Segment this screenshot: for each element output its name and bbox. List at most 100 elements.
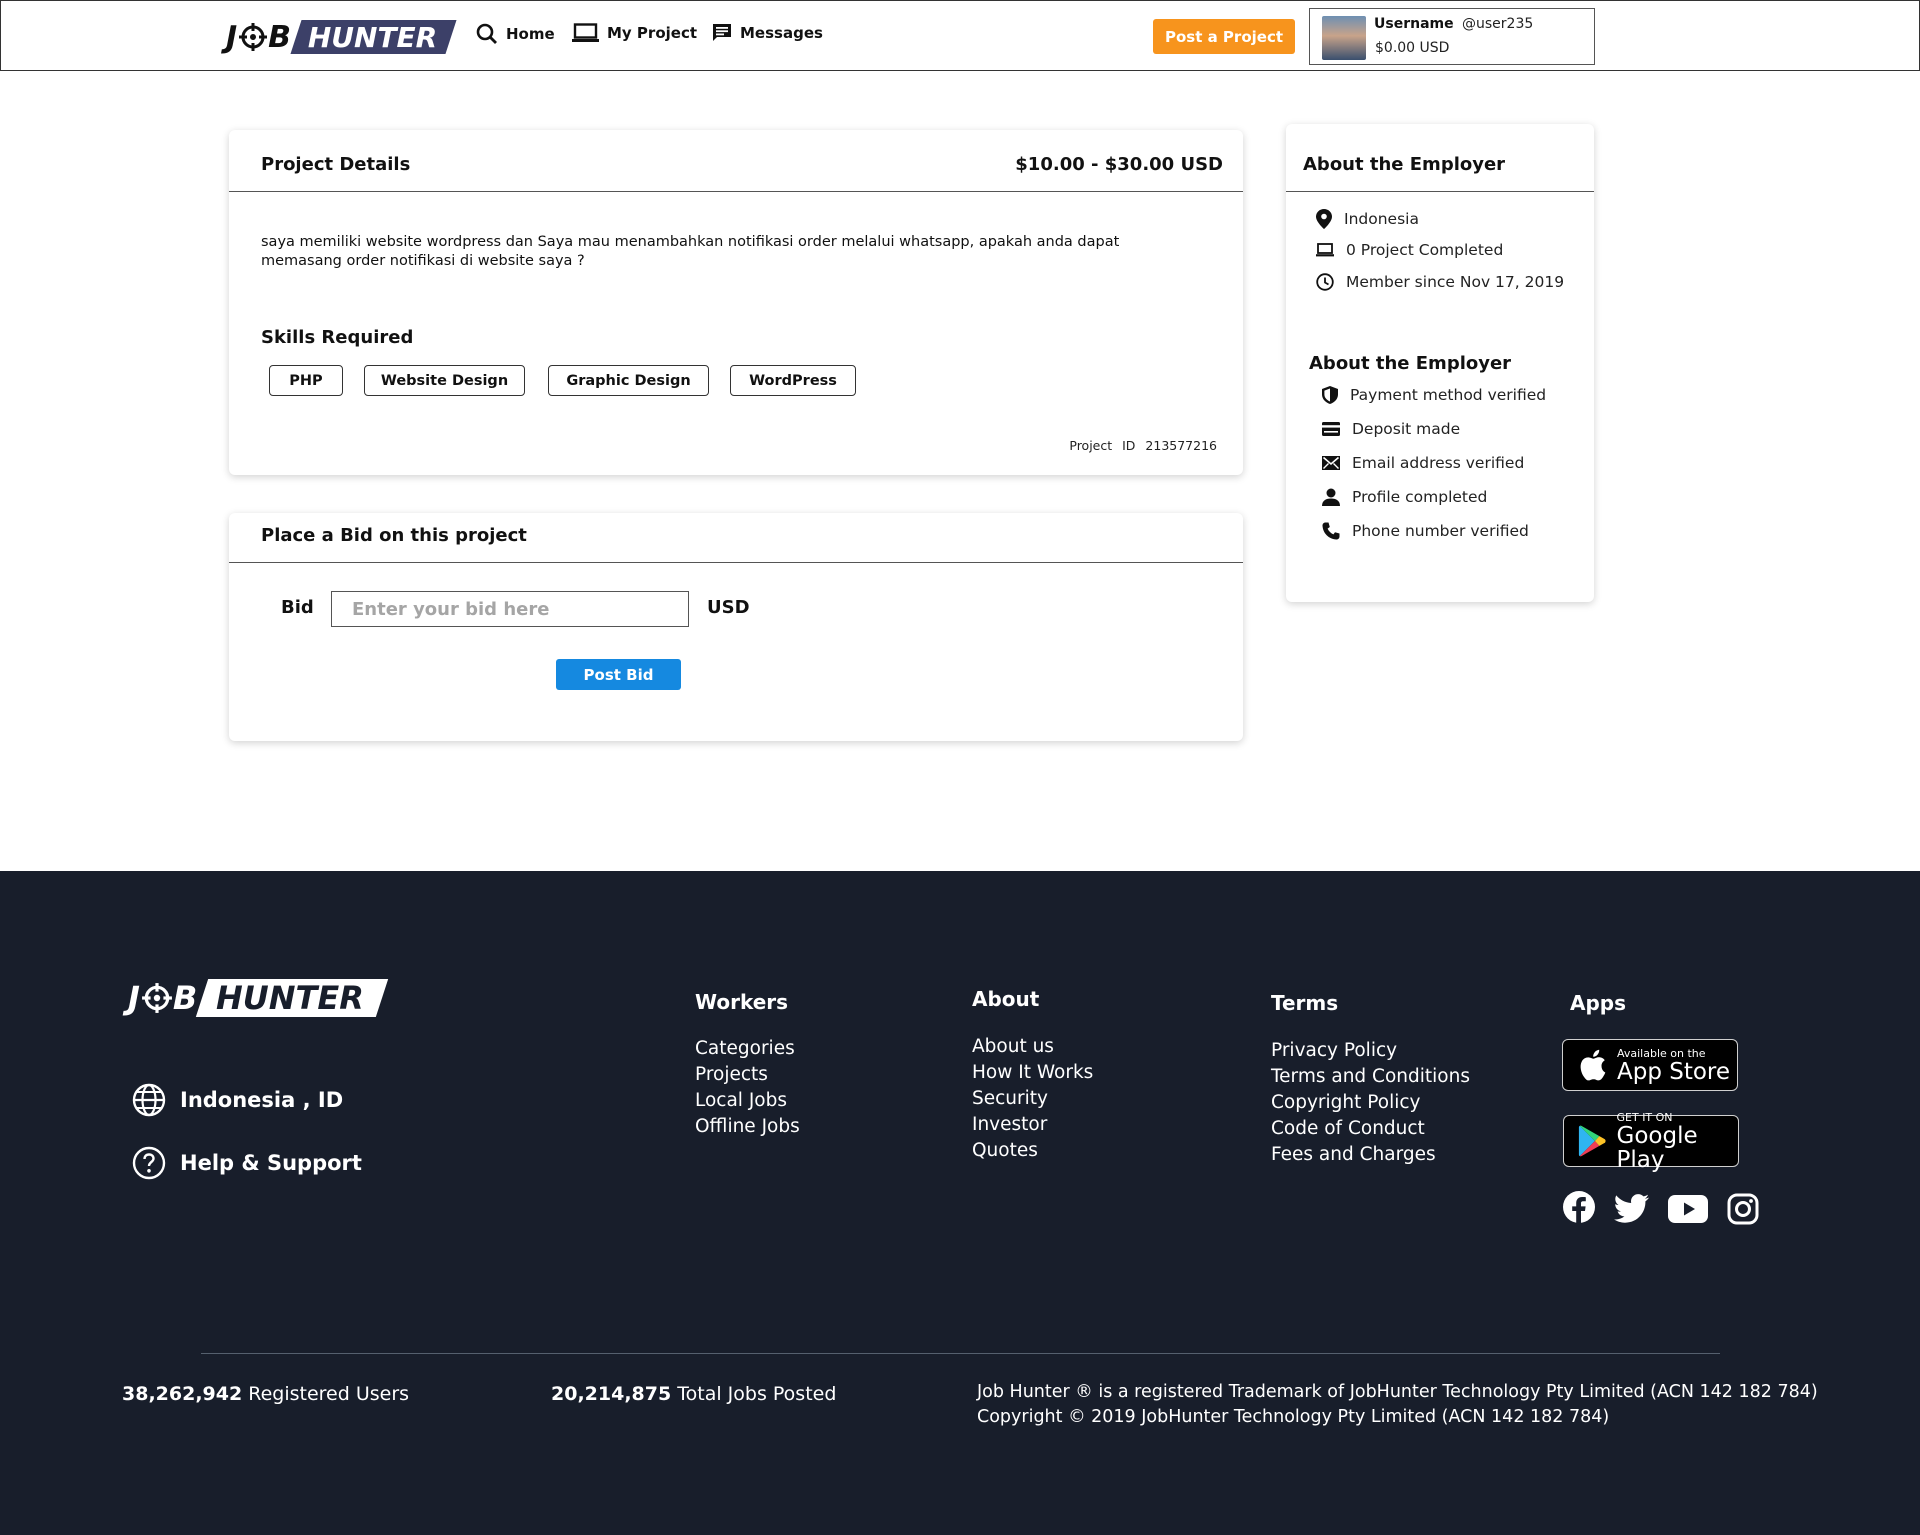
google-play-icon [1578, 1125, 1606, 1157]
footer-link-local-jobs[interactable]: Local Jobs [695, 1088, 800, 1114]
bid-label: Bid [281, 597, 314, 618]
project-id: Project ID 213577216 [1069, 438, 1217, 453]
project-description: saya memiliki website wordpress dan Saya… [261, 234, 1120, 269]
instagram-icon[interactable] [1727, 1193, 1759, 1229]
footer-link-security[interactable]: Security [972, 1086, 1093, 1112]
about-employer-header: About the Employer [1286, 124, 1594, 192]
help-support-link[interactable]: Help & Support [132, 1146, 362, 1180]
footer-link-code-of-conduct[interactable]: Code of Conduct [1271, 1116, 1470, 1142]
shield-icon [1322, 386, 1338, 404]
skills-required-title: Skills Required [261, 327, 414, 348]
skill-chip-graphic-design[interactable]: Graphic Design [548, 365, 709, 396]
footer-link-how-it-works[interactable]: How It Works [972, 1060, 1093, 1086]
person-icon [1322, 488, 1340, 506]
bid-amount-input[interactable] [331, 591, 689, 627]
verification-profile: Profile completed [1322, 488, 1487, 506]
job-hunter-logo[interactable]: J B HUNTER [226, 17, 457, 57]
footer-link-fees-charges[interactable]: Fees and Charges [1271, 1142, 1470, 1168]
footer-logo-job: J B [128, 979, 199, 1017]
help-icon [132, 1146, 166, 1180]
envelope-icon [1322, 456, 1340, 470]
about-employer-title: About the Employer [1303, 154, 1506, 175]
post-project-button[interactable]: Post a Project [1153, 19, 1295, 54]
skill-chip-php[interactable]: PHP [269, 365, 343, 396]
copyright-notice: Copyright © 2019 JobHunter Technology Pt… [977, 1407, 1610, 1427]
employer-member-since: Member since Nov 17, 2019 [1316, 273, 1564, 291]
footer-divider [201, 1353, 1720, 1354]
search-icon [476, 23, 497, 44]
footer-workers-title: Workers [695, 990, 789, 1014]
message-icon [713, 24, 731, 41]
youtube-icon[interactable] [1668, 1195, 1708, 1227]
footer-link-copyright-policy[interactable]: Copyright Policy [1271, 1090, 1470, 1116]
user-account-menu[interactable]: Username @user235 $0.00 USD [1309, 8, 1595, 65]
project-budget: $10.00 - $30.00 USD [1015, 154, 1223, 175]
avatar [1322, 16, 1366, 60]
registered-users-stat: 38,262,942 Registered Users [122, 1383, 410, 1405]
footer-about-links: About us How It Works Security Investor … [972, 1034, 1093, 1164]
verification-payment: Payment method verified [1322, 386, 1546, 404]
footer-logo-hunter: HUNTER [196, 979, 389, 1017]
app-store-badge[interactable]: Available on the App Store [1562, 1039, 1738, 1091]
footer-apps-title: Apps [1570, 991, 1627, 1015]
laptop-icon [1316, 243, 1334, 257]
place-bid-card: Place a Bid on this project Bid USD Post… [229, 513, 1243, 741]
laptop-icon [572, 23, 599, 42]
user-handle: @user235 [1462, 16, 1534, 32]
app-store-text: Available on the App Store [1617, 1046, 1731, 1085]
project-details-header: Project Details $10.00 - $30.00 USD [229, 130, 1243, 192]
locale-selector[interactable]: Indonesia , ID [132, 1083, 343, 1117]
globe-icon [132, 1083, 166, 1117]
clock-icon [1316, 273, 1334, 291]
twitter-icon[interactable] [1614, 1194, 1650, 1228]
about-employer-card: About the Employer Indonesia 0 Project C… [1286, 124, 1594, 602]
credit-card-icon [1322, 422, 1340, 436]
project-details-title: Project Details [261, 154, 411, 175]
employer-country: Indonesia [1316, 209, 1419, 229]
footer-link-about-us[interactable]: About us [972, 1034, 1093, 1060]
footer-about-title: About [972, 987, 1040, 1011]
verification-phone: Phone number verified [1322, 522, 1529, 540]
employer-verification-title: About the Employer [1309, 353, 1512, 374]
skill-chip-wordpress[interactable]: WordPress [730, 365, 856, 396]
facebook-icon[interactable] [1562, 1190, 1596, 1228]
footer-terms-links: Privacy Policy Terms and Conditions Copy… [1271, 1038, 1470, 1168]
crosshair-icon [238, 22, 268, 52]
employer-projects-completed: 0 Project Completed [1316, 241, 1503, 259]
footer-terms-title: Terms [1271, 991, 1339, 1015]
footer-logo[interactable]: J B HUNTER [128, 978, 389, 1018]
phone-icon [1322, 522, 1340, 540]
nav-messages[interactable]: Messages [712, 23, 823, 43]
footer-link-categories[interactable]: Categories [695, 1036, 800, 1062]
bid-currency: USD [707, 597, 750, 618]
footer-link-terms-conditions[interactable]: Terms and Conditions [1271, 1064, 1470, 1090]
total-jobs-stat: 20,214,875 Total Jobs Posted [551, 1383, 837, 1405]
logo-job: J B [226, 19, 293, 55]
user-balance: $0.00 USD [1375, 40, 1450, 56]
site-footer: J B HUNTER Indonesia , ID Help & Support… [0, 871, 1920, 1535]
crosshair-icon [141, 982, 173, 1014]
username: Username [1374, 16, 1454, 32]
footer-link-investor[interactable]: Investor [972, 1112, 1093, 1138]
footer-link-projects[interactable]: Projects [695, 1062, 800, 1088]
post-bid-button[interactable]: Post Bid [556, 659, 681, 690]
location-pin-icon [1316, 209, 1332, 229]
google-play-text: GET IT ON Google Play [1616, 1110, 1698, 1173]
place-bid-header: Place a Bid on this project [229, 513, 1243, 563]
nav-home[interactable]: Home [476, 23, 555, 45]
trademark-notice: Job Hunter ® is a registered Trademark o… [977, 1382, 1818, 1402]
footer-link-quotes[interactable]: Quotes [972, 1138, 1093, 1164]
top-navbar: J B HUNTER Home My Project Messages Post… [0, 0, 1920, 71]
logo-hunter: HUNTER [290, 20, 457, 54]
google-play-badge[interactable]: GET IT ON Google Play [1563, 1111, 1739, 1172]
footer-link-offline-jobs[interactable]: Offline Jobs [695, 1114, 800, 1140]
verification-deposit: Deposit made [1322, 420, 1460, 438]
footer-workers-links: Categories Projects Local Jobs Offline J… [695, 1036, 800, 1140]
apple-icon [1580, 1049, 1606, 1081]
footer-link-privacy-policy[interactable]: Privacy Policy [1271, 1038, 1470, 1064]
nav-my-project[interactable]: My Project [572, 23, 697, 43]
project-details-card: Project Details $10.00 - $30.00 USD saya… [229, 130, 1243, 475]
verification-email: Email address verified [1322, 454, 1524, 472]
place-bid-title: Place a Bid on this project [261, 525, 527, 546]
skill-chip-website-design[interactable]: Website Design [364, 365, 525, 396]
